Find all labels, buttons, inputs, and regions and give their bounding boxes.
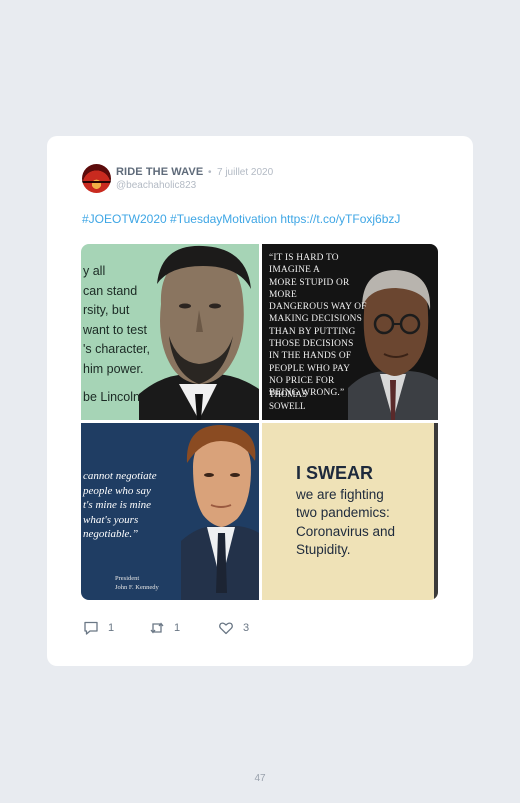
photo-stupidity-quote[interactable]: I SWEAR we are fighting two pandemics: C…	[262, 423, 438, 600]
quote-line: people who say	[83, 484, 151, 497]
tweet-card: RIDE THE WAVE • 7 juillet 2020 @beachaho…	[47, 136, 473, 666]
quote-line: those decisions	[269, 339, 354, 350]
like-count: 3	[243, 622, 250, 634]
lincoln-quote: y all can stand rsity, but want to test …	[83, 262, 150, 408]
sowell-quote: “It is hard to imagine a more stupid or …	[269, 252, 377, 400]
hashtag-link[interactable]: #TuesdayMotivation	[170, 212, 277, 226]
quote-line: Coronavirus and	[296, 523, 396, 539]
image-edge	[434, 423, 438, 600]
retweet-button[interactable]: 1	[149, 620, 180, 636]
photo-kennedy[interactable]: cannot negotiate people who say t's mine…	[81, 423, 259, 600]
quote-line: in the hands of	[269, 351, 352, 362]
quote-line: two pandemics:	[296, 505, 390, 521]
quote-line: Stupidity.	[296, 541, 351, 557]
quote-line: “It is hard to imagine a	[269, 253, 339, 276]
media-grid: y all can stand rsity, but want to test …	[81, 244, 438, 600]
author-name[interactable]: RIDE THE WAVE	[116, 166, 203, 178]
quote-line: rsity, but	[83, 303, 130, 317]
attribution-line: President	[115, 575, 140, 582]
quote-line: y all	[83, 264, 106, 278]
quote-line: we are fighting	[296, 487, 384, 502]
quote-line: no price for	[269, 375, 335, 386]
reply-button[interactable]: 1	[83, 620, 114, 636]
tweet-date[interactable]: 7 juillet 2020	[217, 167, 273, 178]
photo-lincoln[interactable]: y all can stand rsity, but want to test …	[81, 244, 259, 420]
kennedy-portrait	[181, 425, 259, 600]
attribution-line: Thomas	[269, 389, 308, 399]
photo-sowell[interactable]: “It is hard to imagine a more stupid or …	[262, 244, 438, 420]
quote-line: making decisions	[269, 314, 363, 325]
quote-body: we are fighting two pandemics: Coronavir…	[296, 486, 395, 559]
retweet-count: 1	[174, 622, 181, 634]
quote-line: t's mine is mine	[83, 499, 152, 512]
quote-attribution: be Lincoln	[83, 390, 140, 404]
retweet-icon	[150, 622, 164, 634]
quote-line: cannot negotiate	[83, 470, 157, 482]
attribution-line: Sowell	[269, 401, 306, 411]
quote-title: I SWEAR	[296, 463, 374, 483]
quote-attribution: President John F. Kennedy	[115, 574, 159, 592]
quote-line: negotiable.”	[83, 528, 139, 541]
tweet-actions: 1 1 3	[83, 620, 283, 640]
quote-line: 's character,	[83, 342, 150, 356]
quote-line: want to test	[83, 322, 147, 337]
heart-icon	[219, 622, 233, 635]
reply-count: 1	[108, 622, 115, 634]
url-link[interactable]: https://t.co/yTFoxj6bzJ	[280, 212, 400, 226]
quote-line: can stand	[83, 283, 138, 298]
page-number: 47	[254, 773, 266, 784]
quote-line: what's yours	[83, 513, 139, 526]
quote-line: people who pay	[269, 363, 351, 374]
quote-line: more stupid or more	[269, 277, 350, 300]
avatar[interactable]	[82, 164, 111, 193]
attribution-line: John F. Kennedy	[115, 584, 159, 591]
quote-line: him power.	[83, 361, 144, 376]
quote-line: than by putting	[269, 326, 356, 337]
hashtag-link[interactable]: #JOEOTW2020	[82, 212, 167, 226]
quote-line: dangerous way of	[269, 302, 367, 313]
like-button[interactable]: 3	[218, 620, 249, 636]
separator: •	[208, 167, 212, 178]
lincoln-portrait	[139, 245, 259, 420]
tweet-text: #JOEOTW2020 #TuesdayMotivation https://t…	[82, 212, 400, 226]
author-handle[interactable]: @beachaholic823	[116, 180, 196, 191]
kennedy-quote: cannot negotiate people who say t's mine…	[83, 469, 157, 542]
reply-icon	[84, 621, 98, 635]
quote-attribution: Thomas Sowell	[269, 388, 307, 412]
